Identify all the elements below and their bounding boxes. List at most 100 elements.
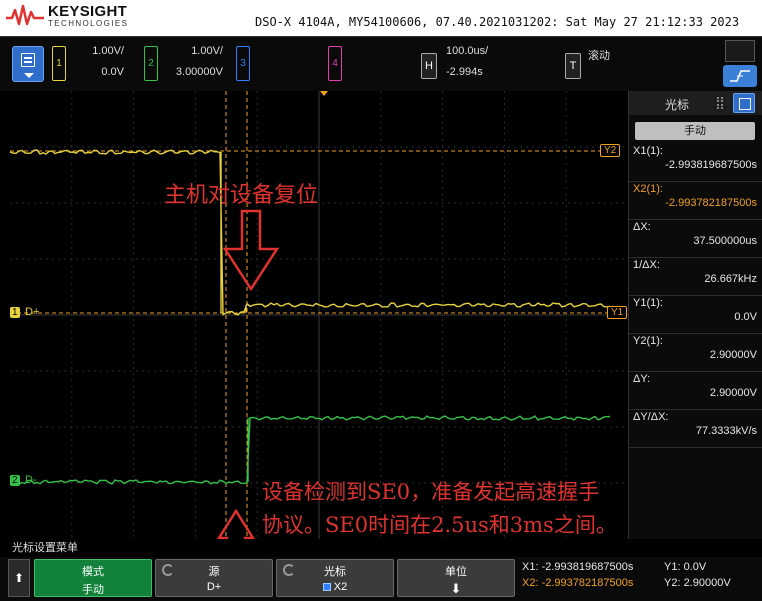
y2-marker: Y2: [600, 144, 621, 157]
channel-2-number: 2: [148, 58, 154, 69]
channel-1-scale: 1.00V/: [92, 45, 124, 57]
channel-1-ground-marker[interactable]: 1: [10, 307, 20, 318]
oscilloscope-screen: KEYSIGHT TECHNOLOGIES DSO-X 4104A, MY541…: [0, 0, 762, 601]
softkey-cursor[interactable]: 光标 X2: [276, 559, 394, 597]
main-menu-button[interactable]: [12, 46, 44, 82]
cursor-readout-key: ΔY:: [633, 373, 651, 385]
menu-up-button[interactable]: ⬆: [8, 559, 30, 597]
horizontal-button[interactable]: H: [421, 53, 437, 79]
cursor-readout-key: 1/ΔX:: [633, 259, 660, 271]
channel-2-trace: [10, 415, 611, 485]
keysight-wave-icon: [6, 4, 44, 26]
waveform-traces: [10, 91, 611, 539]
channel-1-name-label: D+: [25, 306, 40, 318]
annotation-host-reset: 主机对设备复位: [164, 183, 319, 208]
cursor-readout-row: ΔY/ΔX: 77.3333kV/s: [633, 411, 757, 437]
row-divider: [629, 181, 762, 182]
up-arrow-shape: [216, 508, 256, 539]
channel-toolbar: 1 1.00V/ 0.0V 2 1.00V/ 3.00000V 3 4 H 10…: [0, 36, 762, 91]
trigger-button[interactable]: T: [565, 53, 581, 79]
knob-icon: [283, 564, 295, 576]
cursor-readout-value: -2.993819687500s: [665, 159, 757, 171]
channel-3-number: 3: [240, 58, 246, 69]
annotation-device-se0-line1: 设备检测到SE0，准备发起高速握手: [262, 480, 600, 504]
brand-name: KEYSIGHT: [48, 3, 128, 20]
channel-1-number: 1: [56, 58, 62, 69]
panel-menu-icon[interactable]: [733, 93, 755, 113]
cursor-readout-row: ΔY: 2.90000V: [633, 373, 757, 399]
display-grid-button[interactable]: [725, 40, 755, 62]
row-divider: [629, 295, 762, 296]
header-bar: KEYSIGHT TECHNOLOGIES DSO-X 4104A, MY541…: [0, 0, 762, 36]
keysight-logo: KEYSIGHT TECHNOLOGIES: [6, 4, 128, 28]
annotation-device-se0-line2: 协议。SE0时间在2.5us和3ms之间。: [262, 513, 617, 537]
channel-1-trace: [10, 149, 611, 316]
row-divider: [629, 257, 762, 258]
row-divider: [629, 409, 762, 410]
softkey-units[interactable]: 单位 ⬇: [397, 559, 515, 597]
row-divider: [629, 333, 762, 334]
softkey-mode-label: 模式: [82, 566, 104, 578]
cursor-readout-key: ΔY/ΔX:: [633, 411, 669, 423]
left-margin: [0, 91, 10, 539]
softkey-mode-value: 手动: [82, 584, 104, 596]
trigger-mode-label: 滚动: [588, 50, 610, 62]
channel-4-number: 4: [332, 58, 338, 69]
channel-2-offset: 3.00000V: [175, 66, 223, 78]
cursor-panel-header: 光标: [629, 91, 762, 115]
readout-y1: Y1: 0.0V: [664, 561, 707, 573]
channel-4-button[interactable]: 4: [328, 46, 342, 81]
waveform-display[interactable]: Y2 Y1 1 D+ 2 D- 主机对设备复位 设备检测到SE0，准备发起高速握…: [10, 91, 628, 539]
cursor-readout-key: Y1(1):: [633, 297, 663, 309]
trigger-edge-button[interactable]: [723, 65, 757, 87]
cursor-readout-row: ΔX: 37.500000us: [633, 221, 757, 247]
softkey-source[interactable]: 源 D+: [155, 559, 273, 597]
cursor-readout-value: 37.500000us: [693, 235, 757, 247]
cursor-readout-row: X2(1): -2.993782187500s: [633, 183, 757, 209]
dropdown-arrow-icon: [24, 73, 34, 78]
channel-1-button[interactable]: 1: [52, 46, 66, 81]
row-divider: [629, 219, 762, 220]
y1-marker: Y1: [607, 306, 628, 319]
channel-2-scale: 1.00V/: [191, 45, 223, 57]
cursor-readout-value: -2.993782187500s: [665, 197, 757, 209]
softkey-source-value: D+: [206, 581, 222, 593]
row-divider: [629, 371, 762, 372]
cursor-readout-value: 2.90000V: [709, 387, 757, 399]
readout-x2: X2: -2.993782187500s: [522, 577, 634, 589]
softkey-bar: ⬆ 模式 手动 源 D+ 光标 X2 单位 ⬇ X1: -2.993819687…: [0, 557, 762, 601]
down-arrow-icon: ⬇: [450, 581, 462, 596]
cursor-readout-key: ΔX:: [633, 221, 651, 233]
cursor-readout-value: 2.90000V: [709, 349, 757, 361]
cursor-panel-title: 光标: [665, 98, 690, 112]
softkey-menu-title: 光标设置菜单: [0, 539, 762, 557]
softkey-mode[interactable]: 模式 手动: [34, 559, 152, 597]
softkey-cursor-value: X2: [333, 581, 348, 593]
drag-handle-icon[interactable]: [717, 97, 723, 109]
cursor-readout-key: Y2(1):: [633, 335, 663, 347]
softkey-units-label: 单位: [445, 566, 467, 578]
channel-2-ground-marker[interactable]: 2: [10, 475, 20, 486]
cursor-readout-key: X1(1):: [633, 145, 663, 157]
model-timestamp-line: DSO-X 4104A, MY54100606, 07.40.202103120…: [255, 15, 740, 29]
brand-subtitle: TECHNOLOGIES: [48, 19, 129, 28]
channel-1-offset: 0.0V: [101, 66, 124, 78]
menu-icon: [21, 53, 35, 67]
cursor-readout-row: 1/ΔX: 26.667kHz: [633, 259, 757, 285]
delay-value: -2.994s: [446, 66, 483, 78]
cursor-checkbox-icon: [322, 583, 331, 592]
channel-2-button[interactable]: 2: [144, 46, 158, 81]
down-arrow-shape: [222, 209, 280, 292]
cursor-readout-value: 77.3333kV/s: [695, 425, 757, 437]
cursor-readout-row: X1(1): -2.993819687500s: [633, 145, 757, 171]
readout-x1: X1: -2.993819687500s: [522, 561, 634, 573]
cursor-mode-button[interactable]: 手动: [635, 122, 755, 140]
cursor-readout-value: 0.0V: [734, 311, 757, 323]
channel-2-name-label: D-: [25, 474, 37, 486]
readout-y2: Y2: 2.90000V: [664, 577, 731, 589]
channel-3-button[interactable]: 3: [236, 46, 250, 81]
cursor-readout-key: X2(1):: [633, 183, 663, 195]
cursor-readout-value: 26.667kHz: [704, 273, 757, 285]
knob-icon: [162, 564, 174, 576]
up-arrow-icon: ⬆: [13, 571, 25, 585]
